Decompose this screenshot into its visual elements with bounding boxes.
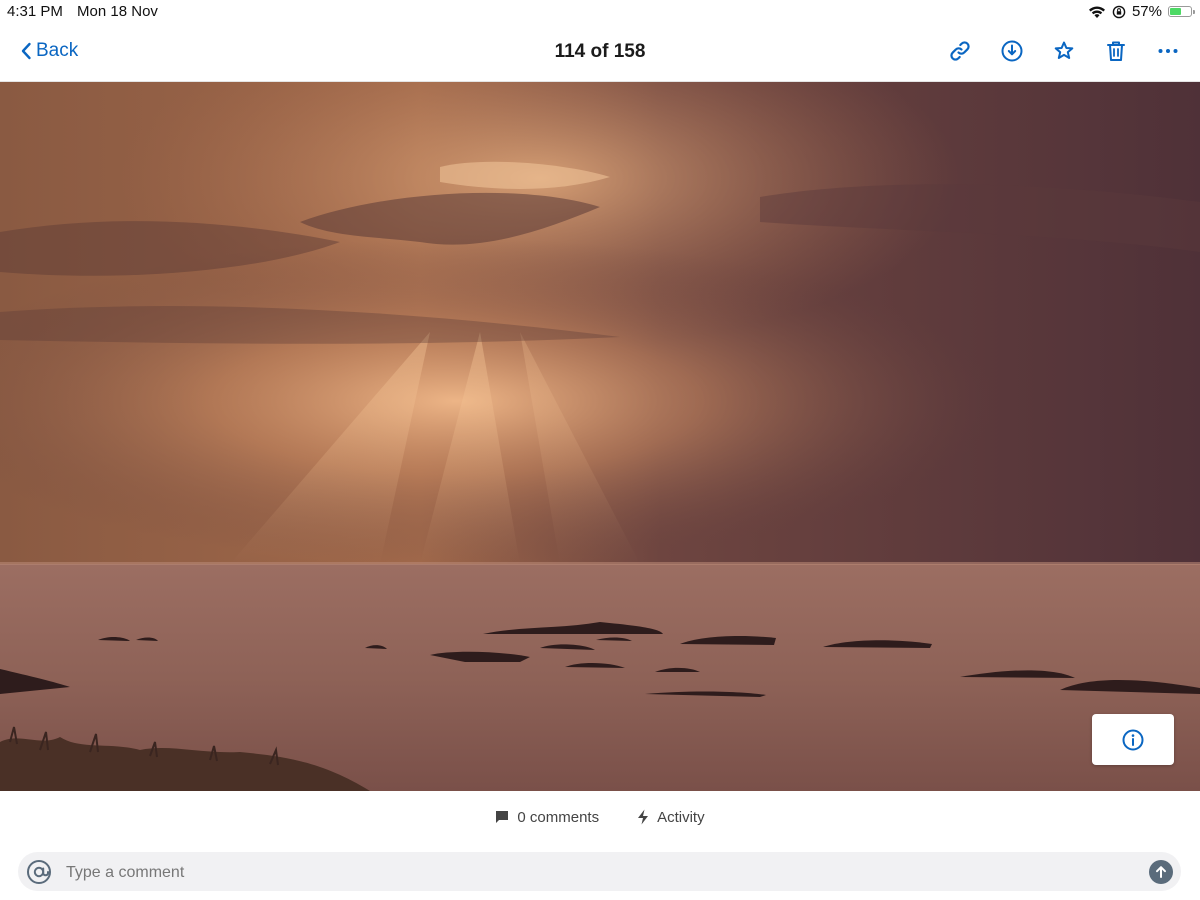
battery-percent: 57% [1131,3,1162,20]
nav-bar: Back 114 of 158 [0,24,1200,82]
status-date: Mon 18 Nov [77,3,158,20]
battery-icon [1168,6,1195,17]
more-icon [1158,49,1178,53]
status-bar: 4:31 PM Mon 18 Nov 57% [0,0,1200,24]
more-button[interactable] [1156,39,1180,63]
favorite-button[interactable] [1052,39,1076,63]
download-button[interactable] [1000,39,1024,63]
back-button[interactable]: Back [20,40,78,62]
sunset-photo [0,82,1200,791]
trash-icon [1107,41,1125,61]
tab-activity[interactable]: Activity [637,809,705,826]
comment-bar [18,852,1181,893]
chevron-left-icon [21,42,31,60]
copy-link-button[interactable] [948,39,972,63]
comment-icon [496,811,509,823]
battery-fill [1170,8,1182,15]
link-icon [950,41,970,61]
tab-comments[interactable]: 0 comments [495,809,599,826]
arrow-up-icon [1156,866,1166,878]
status-left: 4:31 PM Mon 18 Nov [7,3,158,20]
download-icon [1001,40,1023,62]
info-icon [1122,729,1144,750]
mention-icon[interactable] [26,859,52,885]
status-time: 4:31 PM [7,3,63,20]
wifi-icon [1088,6,1105,18]
comments-label: 0 comments [517,808,600,826]
photo-viewer[interactable] [0,82,1200,791]
comment-input[interactable] [64,852,1128,893]
toolbar-actions [948,39,1180,63]
lightning-icon [638,809,649,825]
send-button[interactable] [1149,860,1173,884]
back-label: Back [36,40,79,61]
info-button[interactable] [1092,714,1174,765]
delete-button[interactable] [1104,39,1128,63]
activity-label: Activity [657,808,705,826]
orientation-lock-icon [1112,5,1126,18]
tabs-row: 0 comments Activity [0,800,1200,834]
star-icon [1054,41,1074,59]
status-right: 57% [1088,3,1195,20]
